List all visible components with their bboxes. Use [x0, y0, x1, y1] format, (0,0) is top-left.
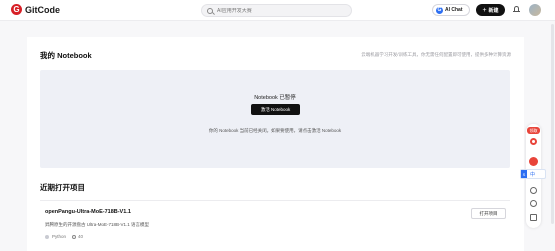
promo-badge[interactable]: 领取 — [527, 127, 540, 134]
language-switch[interactable]: S 中 — [520, 169, 546, 179]
project-name[interactable]: openPangu-Ultra-MoE-718B-V1.1 — [45, 209, 131, 215]
logo-text: GitCode — [25, 4, 60, 15]
top-navigation-bar: G GitCode G AI Chat + 新建 — [0, 0, 555, 21]
notebook-status-title: Notebook 已暂停 — [254, 95, 296, 101]
scrollbar[interactable] — [551, 24, 554, 224]
project-language: Python — [52, 234, 67, 239]
star-icon — [72, 234, 77, 239]
feedback-icon[interactable] — [530, 200, 537, 207]
ai-chat-icon: G — [436, 6, 443, 14]
activate-notebook-button[interactable]: 激活 Notebook — [251, 104, 300, 115]
project-stars: 40 — [78, 234, 84, 239]
ai-chat-label: AI Chat — [445, 7, 463, 13]
ai-chat-button[interactable]: G AI Chat — [432, 4, 470, 16]
new-button-label: 新建 — [488, 7, 499, 14]
open-project-button[interactable]: 打开项目 — [471, 208, 506, 219]
document-icon[interactable] — [530, 214, 537, 221]
notebook-status-panel: Notebook 已暂停 激活 Notebook 你的 Notebook 当前已… — [40, 70, 510, 168]
language-label: 中 — [530, 171, 536, 178]
language-dot-icon — [45, 234, 49, 239]
bell-icon[interactable] — [513, 6, 520, 13]
page-description: 云端机器学习开发/训练工具，你无需任何配置即可使用，提供多种计算资源 — [361, 52, 511, 57]
recent-projects-title: 近期打开项目 — [40, 183, 85, 192]
question-icon[interactable] — [530, 138, 537, 145]
project-meta: Python 40 — [45, 234, 83, 239]
activity-icon[interactable] — [529, 157, 538, 166]
project-card: openPangu-Ultra-MoE-718B-V1.1 昇腾原生的开源盘古 … — [40, 200, 510, 251]
search-input[interactable] — [217, 7, 337, 14]
gitcode-logo[interactable]: G GitCode — [11, 4, 60, 15]
ime-icon: S — [521, 170, 527, 178]
page-title: 我的 Notebook — [40, 51, 92, 60]
new-button[interactable]: + 新建 — [476, 4, 505, 16]
search-icon — [207, 7, 213, 14]
avatar[interactable] — [529, 4, 541, 16]
project-description: 昇腾原生的开源盘古 Ultra-MoE-718B-V1.1 语言模型 — [45, 222, 150, 227]
notebook-page: 我的 Notebook 云端机器学习开发/训练工具，你无需任何配置即可使用，提供… — [27, 37, 524, 251]
help-icon[interactable] — [530, 187, 537, 194]
gitcode-logo-icon: G — [11, 4, 22, 15]
notebook-status-hint: 你的 Notebook 当前已经关闭。如果要使用，请点击激活 Notebook — [208, 128, 342, 133]
search-box[interactable] — [201, 4, 352, 17]
plus-icon: + — [482, 6, 487, 14]
floating-toolbar: 领取 S 中 — [520, 124, 546, 228]
